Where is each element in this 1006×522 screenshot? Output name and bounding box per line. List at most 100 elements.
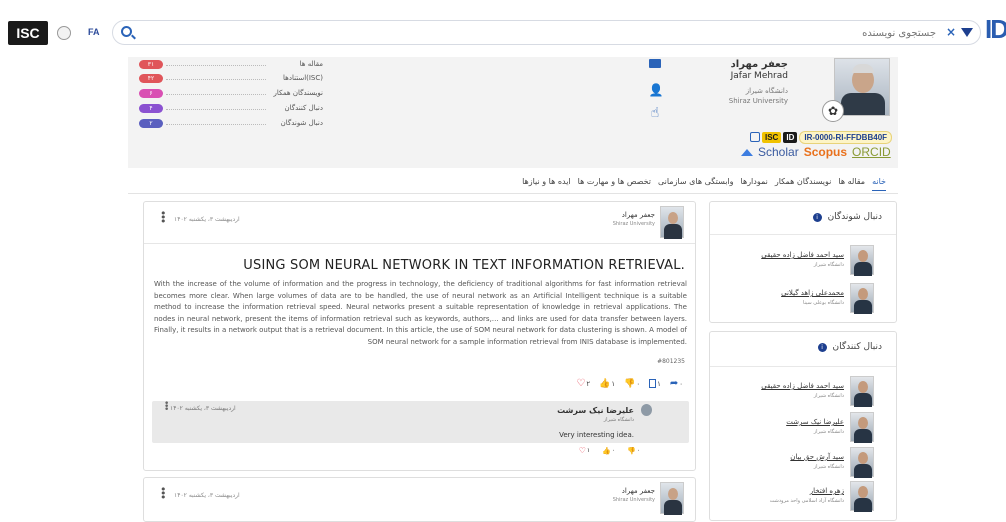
bookmark-icon bbox=[649, 379, 657, 388]
avatar bbox=[850, 412, 874, 443]
following-item[interactable]: سید احمد فاضل زاده حقیقی دانشگاه شیراز bbox=[724, 245, 874, 277]
search-bar[interactable]: × bbox=[112, 20, 981, 45]
heart-reaction[interactable]: ♡ ۱ bbox=[579, 446, 590, 455]
followers-panel: i دنبال کنندگان سید احمد فاضل زاده حقیقی… bbox=[709, 331, 897, 521]
heart-icon: ♡ bbox=[576, 378, 586, 389]
scholar-icon bbox=[741, 148, 753, 156]
filter-icon[interactable] bbox=[961, 28, 973, 37]
profile-name-fa: جعفر مهراد bbox=[730, 59, 788, 70]
avatar[interactable] bbox=[660, 206, 684, 239]
post-reactions: ♡ ۲ 👍 ۱ 👎 ۰ ۱ ➦ ۰ bbox=[576, 378, 683, 389]
post-author[interactable]: جعفر مهراد bbox=[622, 211, 655, 219]
stat-followers[interactable]: ۴ دنبال کنندگان bbox=[138, 104, 323, 114]
follower-item[interactable]: سید آرش حق بیان دانشگاه شیراز bbox=[724, 447, 874, 479]
stat-label: دنبال کنندگان bbox=[284, 104, 323, 112]
share-reaction[interactable]: ➦ ۰ bbox=[670, 378, 683, 389]
stat-count: ۶ bbox=[139, 89, 163, 98]
post-card: جعفر مهراد Shiraz University ۱۴۰۲ اردیبه… bbox=[143, 477, 696, 522]
comment: علیرضا نیک سرشت دانشگاه شیراز Very inter… bbox=[152, 400, 689, 443]
tab-affiliations[interactable]: وابستگی های سازمانی bbox=[658, 177, 734, 191]
isc-id-logo[interactable]: ID bbox=[985, 14, 1006, 45]
isc-logo[interactable]: ISC bbox=[8, 21, 48, 45]
comment-university: دانشگاه شیراز bbox=[603, 417, 634, 423]
comment-date: ۱۴۰۲ اردیبهشت ۳، یکشنبه bbox=[170, 405, 236, 412]
bookmark-reaction[interactable]: ۱ bbox=[649, 379, 661, 388]
follower-item[interactable]: سید احمد فاضل زاده حقیقی دانشگاه شیراز bbox=[724, 376, 874, 408]
mail-icon[interactable] bbox=[649, 59, 661, 68]
top-bar: ISC FA × ID bbox=[0, 0, 1006, 58]
post-author-university: Shiraz University bbox=[612, 221, 655, 227]
followings-title: i دنبال شوندگان bbox=[812, 212, 882, 222]
post-abstract: With the increase of the volume of infor… bbox=[154, 280, 687, 346]
like-reaction[interactable]: 👍 ۱ bbox=[599, 379, 615, 389]
tab-charts[interactable]: نمودارها bbox=[741, 177, 768, 191]
language-switch[interactable]: FA bbox=[88, 27, 100, 37]
stat-label: دنبال شوندگان bbox=[280, 119, 323, 127]
search-icon[interactable] bbox=[121, 26, 132, 37]
avatar[interactable] bbox=[660, 482, 684, 515]
profile-header: ✿ جعفر مهراد Jafar Mehrad دانشگاه شیراز … bbox=[128, 57, 898, 168]
tab-ideas[interactable]: ایده ها و نیازها bbox=[522, 177, 571, 191]
tab-divider bbox=[128, 193, 898, 194]
info-icon[interactable]: i bbox=[812, 212, 822, 222]
stat-label: استنادها(ISC) bbox=[283, 74, 323, 82]
post-header: جعفر مهراد Shiraz University ۱۴۰۲ اردیبه… bbox=[144, 202, 695, 244]
stat-count: ۴۲ bbox=[139, 74, 163, 83]
post-author-university: Shiraz University bbox=[612, 497, 655, 503]
post-title[interactable]: USING SOM NEURAL NETWORK IN TEXT INFORMA… bbox=[243, 258, 685, 273]
search-input[interactable] bbox=[636, 26, 936, 40]
dislike-reaction[interactable]: 👎 ۰ bbox=[624, 379, 640, 389]
followers-title: i دنبال کنندگان bbox=[817, 342, 882, 352]
external-links: Scholar Scopus ORCID bbox=[741, 145, 891, 159]
info-icon[interactable]: i bbox=[817, 342, 827, 352]
follower-item[interactable]: زهره افتخار دانشگاه آزاد اسلامی واحد مرو… bbox=[724, 481, 874, 513]
post-header: جعفر مهراد Shiraz University ۱۴۰۲ اردیبه… bbox=[144, 478, 695, 520]
like-reaction[interactable]: 👍 ۰ bbox=[602, 446, 615, 455]
profile-university-fa: دانشگاه شیراز bbox=[745, 87, 788, 95]
stat-citations[interactable]: ۴۲ استنادها(ISC) bbox=[138, 74, 323, 84]
stat-followings[interactable]: ۲ دنبال شوندگان bbox=[138, 119, 323, 129]
stat-coauthors[interactable]: ۶ نویسندگان همکار bbox=[138, 89, 323, 99]
avatar bbox=[850, 481, 874, 512]
stat-label: نویسندگان همکار bbox=[273, 89, 324, 97]
heart-icon: ♡ bbox=[578, 446, 586, 455]
copy-icon[interactable] bbox=[750, 132, 760, 142]
thumbs-up-icon: 👍 bbox=[602, 446, 611, 455]
dislike-reaction[interactable]: 👎 ۰ bbox=[627, 446, 640, 455]
profile-tabs: خانه مقاله ها نویسندگان همکار نمودارها و… bbox=[474, 177, 886, 191]
thumbs-down-icon: 👎 bbox=[624, 378, 636, 389]
id-badge: ID bbox=[783, 131, 798, 143]
tab-skills[interactable]: تخصص ها و مهارت ها bbox=[578, 177, 651, 191]
tab-coauthors[interactable]: نویسندگان همکار bbox=[775, 177, 832, 191]
avatar bbox=[850, 283, 874, 314]
hand-icon[interactable]: ☝ bbox=[647, 105, 663, 121]
following-item[interactable]: محمدعلی زاهد گیلانی دانشگاه بوعلی سینا bbox=[724, 283, 874, 315]
post-card: جعفر مهراد Shiraz University ۱۴۰۲ اردیبه… bbox=[143, 201, 696, 471]
isc-id-value[interactable]: IR-0000-RI-FFDBB40F bbox=[799, 130, 893, 144]
isc-id-row: ISC ID IR-0000-RI-FFDBB40F bbox=[750, 130, 893, 144]
more-options-icon[interactable]: • • • bbox=[160, 208, 167, 227]
follow-user-icon[interactable]: 👤 bbox=[648, 83, 664, 97]
stat-count: ۲ bbox=[139, 119, 163, 128]
scopus-link[interactable]: Scopus bbox=[804, 145, 847, 159]
tab-articles[interactable]: مقاله ها bbox=[838, 177, 865, 191]
thumbs-down-icon: 👎 bbox=[627, 446, 636, 455]
more-options-icon[interactable]: • • • bbox=[160, 484, 167, 503]
stat-articles[interactable]: ۳۱ مقاله ها bbox=[138, 60, 323, 70]
orcid-link[interactable]: ORCID bbox=[852, 145, 891, 159]
globe-icon[interactable] bbox=[57, 26, 71, 40]
comment-text: Very interesting idea. bbox=[559, 431, 634, 439]
comment-author[interactable]: علیرضا نیک سرشت bbox=[557, 406, 634, 415]
scholar-link[interactable]: Scholar bbox=[758, 145, 799, 159]
post-author[interactable]: جعفر مهراد bbox=[622, 487, 655, 495]
clear-icon[interactable]: × bbox=[946, 25, 956, 39]
follower-item[interactable]: علیرضا نیک سرشت دانشگاه شیراز bbox=[724, 412, 874, 444]
comment-reactions: ♡ ۱ 👍 ۰ 👎 ۰ bbox=[579, 446, 640, 455]
more-options-icon[interactable]: • • • bbox=[164, 400, 169, 415]
avatar[interactable] bbox=[641, 404, 652, 416]
thumbs-up-icon: 👍 bbox=[599, 378, 611, 389]
university-logo-icon: ✿ bbox=[822, 100, 844, 122]
heart-reaction[interactable]: ♡ ۲ bbox=[576, 378, 590, 389]
tab-home[interactable]: خانه bbox=[872, 177, 886, 191]
profile-name-en: Jafar Mehrad bbox=[730, 71, 788, 81]
